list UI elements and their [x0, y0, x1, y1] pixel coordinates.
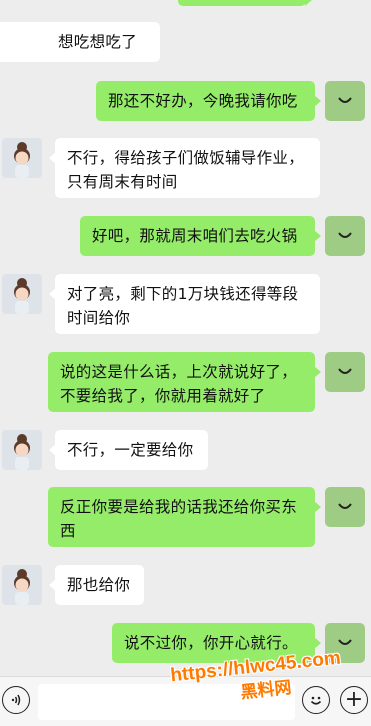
girl-avatar-icon	[2, 565, 42, 605]
girl-avatar-icon	[2, 274, 42, 314]
message-bubble-partial	[178, 0, 312, 6]
message-bubble: 对了亮，剩下的1万块钱还得等段 时间给你	[49, 274, 320, 334]
message-bubble: 那也给你	[49, 565, 144, 605]
smile-icon	[338, 503, 352, 509]
my-avatar[interactable]	[325, 216, 365, 256]
my-avatar[interactable]	[325, 487, 365, 527]
message-bubble: 不行，一定要给你	[49, 430, 208, 470]
chat-area[interactable]: 想吃想吃了 那还不好办，今晚我请你吃 不行，得给孩子们做饭辅导作业， 只有周末有…	[0, 0, 371, 676]
contact-avatar[interactable]	[2, 565, 42, 605]
message-bubble: 那还不好办，今晚我请你吃	[96, 81, 321, 121]
message-bubble: 好吧，那就周末咱们去吃火锅	[80, 216, 321, 256]
my-avatar[interactable]	[325, 352, 365, 392]
contact-avatar[interactable]	[2, 274, 42, 314]
input-bar: +	[0, 676, 371, 726]
smile-icon	[338, 97, 352, 103]
smile-icon	[338, 639, 352, 645]
contact-avatar[interactable]	[2, 430, 42, 470]
emoji-icon[interactable]	[302, 686, 330, 714]
my-avatar[interactable]	[325, 623, 365, 663]
my-avatar[interactable]	[325, 81, 365, 121]
voice-icon[interactable]	[2, 686, 30, 714]
smile-icon	[338, 232, 352, 238]
message-bubble: 想吃想吃了	[0, 22, 160, 62]
message-bubble: 说不过你，你开心就行。	[112, 623, 321, 663]
message-input[interactable]	[38, 684, 295, 720]
plus-icon[interactable]: +	[340, 686, 368, 714]
message-bubble: 不行，得给孩子们做饭辅导作业， 只有周末有时间	[49, 138, 320, 198]
girl-avatar-icon	[2, 138, 42, 178]
message-bubble: 反正你要是给我的话我还给你买东 西	[48, 487, 321, 547]
contact-avatar[interactable]	[2, 138, 42, 178]
girl-avatar-icon	[2, 430, 42, 470]
smile-icon	[338, 368, 352, 374]
message-bubble: 说的这是什么话，上次就说好了， 不要给我了，你就用着就好了	[48, 352, 321, 412]
